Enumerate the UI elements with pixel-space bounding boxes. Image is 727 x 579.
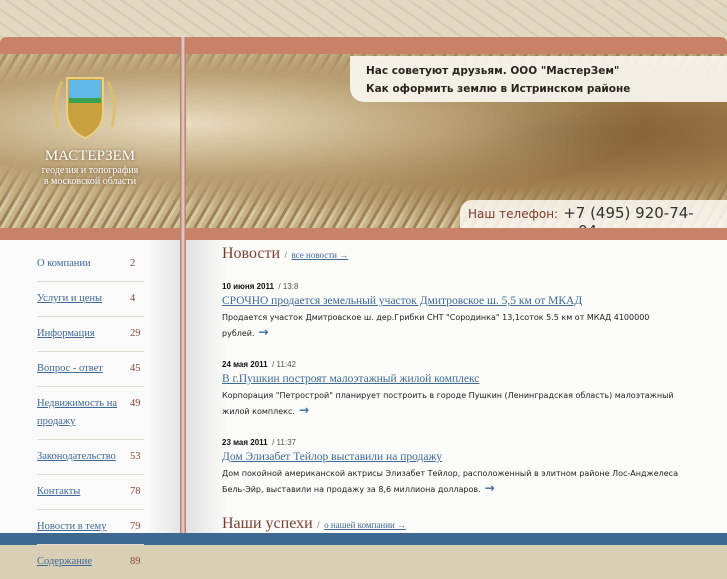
news-text: Корпорация "Петрострой" планирует постро… (222, 389, 692, 419)
sidebar-item-page: 78 (130, 486, 141, 497)
news-date: 24 мая 2011 (222, 360, 268, 369)
promo-box: Нас советуют друзьям. ООО "МастерЗем" Ка… (350, 56, 727, 102)
header-border (0, 37, 727, 54)
sidebar-item-page: 4 (130, 293, 136, 304)
news-text: Дом покойной американской актрисы Элизаб… (222, 467, 692, 497)
promo-link[interactable]: Как оформить землю в Истринском районе (366, 80, 727, 98)
about-company-link[interactable]: о нашей компании → (324, 520, 406, 530)
news-date: 10 июня 2011 (222, 282, 274, 291)
sidebar-item-label[interactable]: Новости в тему (37, 518, 106, 536)
news-title-link[interactable]: СРОЧНО продается земельный участок Дмитр… (222, 295, 692, 307)
sidebar-item-page: 89 (130, 556, 141, 567)
arrow-right-icon[interactable]: → (485, 481, 495, 495)
news-title-link[interactable]: Дом Элизабет Тейлор выставили на продажу (222, 451, 692, 463)
phone-number: +7 (495) 920-74- (563, 204, 694, 222)
sidebar-item-page: 45 (130, 363, 141, 374)
brand-tagline-2: в московской области (43, 176, 137, 187)
sidebar-item-page: 49 (130, 398, 141, 409)
separator: / (284, 250, 288, 260)
sidebar-item[interactable]: Услуги и цены 4 (37, 282, 144, 317)
news-item: 10 июня 2011 / 13:8 СРОЧНО продается земе… (222, 276, 692, 341)
sidebar-item-label[interactable]: Контакты (37, 483, 80, 501)
news-time: / 11:37 (272, 438, 296, 447)
news-text: Продается участок Дмитровское ш. дер.Гри… (222, 311, 692, 341)
sidebar-item[interactable]: Законодательство 53 (37, 440, 144, 475)
sidebar-item-label[interactable]: Законодательство (37, 448, 116, 466)
success-header: Наши успехи / о нашей компании → (222, 515, 692, 533)
separator: / (317, 520, 320, 530)
sidebar-item-label[interactable]: Услуги и цены (37, 290, 102, 308)
news-time: / 13:8 (278, 282, 299, 291)
sidebar-item[interactable]: О компании 2 (37, 247, 144, 282)
success-heading: Наши успехи (222, 515, 313, 532)
sidebar-nav: О компании 2 Услуги и цены 4 Информация 29 Воп… (37, 247, 144, 579)
sidebar-item-page: 29 (130, 328, 141, 339)
phone-box: Наш телефон: +7 (495) 920-74- 04 (460, 200, 727, 240)
brand-tagline: геодезия и топография (41, 165, 139, 176)
news-summary: Корпорация "Петрострой" планирует постро… (222, 391, 674, 416)
sidebar-item-label[interactable]: Содержание (37, 553, 92, 571)
all-news-link[interactable]: все новости → (291, 250, 348, 260)
brand-name: МАСТЕРЗЕМ (44, 148, 136, 164)
sidebar-item[interactable]: Информация 29 (37, 317, 144, 352)
sidebar-item-page: 79 (130, 521, 141, 532)
sidebar-item-label[interactable]: О компании (37, 255, 91, 273)
header-border-bottom (0, 228, 727, 240)
book-spine (180, 37, 186, 537)
sidebar-item-page: 2 (130, 258, 136, 269)
phone-label: Наш телефон: (468, 207, 559, 221)
news-summary: Продается участок Дмитровское ш. дер.Гри… (222, 313, 650, 338)
news-item: 23 мая 2011 / 11:37 Дом Элизабет Тейлор в… (222, 432, 692, 497)
arrow-right-icon[interactable]: → (259, 325, 269, 339)
news-item: 24 мая 2011 / 11:42 В г.Пушкин построят м… (222, 354, 692, 419)
sidebar-item[interactable]: Вопрос - ответ 45 (37, 352, 144, 387)
news-heading: Новости (222, 245, 281, 262)
logo-shield-icon[interactable] (50, 72, 120, 142)
news-summary: Дом покойной американской актрисы Элизаб… (222, 469, 678, 494)
promo-link[interactable]: Нас советуют друзьям. ООО "МастерЗем" (366, 62, 727, 80)
sidebar-item-page: 53 (130, 451, 141, 462)
brand: МАСТЕРЗЕМ геодезия и топография в москов… (20, 148, 160, 187)
main-content: Новости / все новости → 10 июня 2011 / 1… (222, 245, 692, 533)
sidebar-item[interactable]: Содержание 89 (37, 545, 144, 579)
arrow-right-icon[interactable]: → (299, 403, 309, 417)
news-date: 23 мая 2011 (222, 438, 268, 447)
sidebar-item[interactable]: Новости в тему 79 (37, 510, 144, 545)
news-header: Новости / все новости → (222, 245, 692, 263)
sidebar-item[interactable]: Контакты 78 (37, 475, 144, 510)
sidebar-item[interactable]: Недвижимость на продажу 49 (37, 387, 144, 440)
news-title-link[interactable]: В г.Пушкин построят малоэтажный жилой ко… (222, 373, 692, 385)
sidebar-item-label[interactable]: Информация (37, 325, 95, 343)
sidebar-item-label[interactable]: Недвижимость на продажу (37, 395, 122, 431)
sidebar-item-label[interactable]: Вопрос - ответ (37, 360, 103, 378)
news-time: / 11:42 (272, 360, 296, 369)
